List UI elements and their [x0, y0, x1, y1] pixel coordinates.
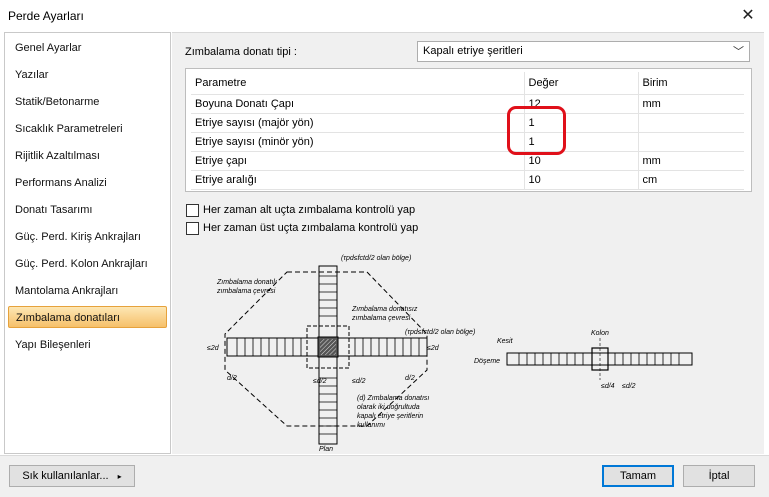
label-side-zone: (τpd≤fctd/2 olan bölge)	[405, 329, 475, 336]
parameter-table: Parametre Değer Birim Boyuna Donatı Çapı…	[185, 68, 752, 192]
dim-2d-right: ≤2d	[427, 345, 440, 352]
label-plan: Plan	[319, 446, 333, 453]
unit-cell: mm	[638, 151, 744, 171]
note-2: olarak iki doğrultuda	[357, 404, 420, 411]
check-top-label: Her zaman üst uçta zımbalama kontrolü ya…	[203, 222, 419, 234]
frequent-label: Sık kullanılanlar...	[22, 470, 109, 482]
param-cell: Etriye aralığı	[191, 170, 525, 190]
sidebar-item-donati-tasarimi[interactable]: Donatı Tasarımı	[8, 199, 167, 221]
dialog-footer: Sık kullanılanlar... ▸ Tamam İptal	[0, 455, 769, 497]
table-row: Etriye aralığı 10 cm	[191, 170, 744, 190]
close-icon[interactable]: ✕	[737, 5, 759, 27]
label-doseme: Döşeme	[474, 358, 500, 365]
sidebar-item-zimbalama[interactable]: Zımbalama donatıları	[8, 306, 167, 328]
unit-cell	[638, 132, 744, 152]
title-bar: Perde Ayarları ✕	[0, 0, 769, 32]
label-top-zone: (τpd≤fctd/2 olan bölge)	[341, 255, 411, 262]
dim-d2-d: d/2	[405, 375, 415, 382]
header-parametre: Parametre	[191, 72, 525, 95]
unit-cell: mm	[638, 94, 744, 114]
label-kolon: Kolon	[591, 330, 609, 337]
unit-cell: cm	[638, 170, 744, 190]
window-title: Perde Ayarları	[8, 9, 84, 23]
value-cell[interactable]: 10	[524, 170, 639, 190]
punching-diagram: (τpd≤fctd/2 olan bölge) Zımbalama donatı…	[207, 255, 693, 453]
sidebar-item-kiris-ankraj[interactable]: Güç. Perd. Kiriş Ankrajları	[8, 226, 167, 248]
section-stirrups	[518, 353, 680, 365]
ok-button[interactable]: Tamam	[602, 465, 674, 487]
note-4: kullanımı	[357, 422, 385, 429]
sidebar-item-kolon-ankraj[interactable]: Güç. Perd. Kolon Ankrajları	[8, 253, 167, 275]
frequent-button[interactable]: Sık kullanılanlar... ▸	[9, 465, 135, 487]
sidebar-item-sicaklik[interactable]: Sıcaklık Parametreleri	[8, 118, 167, 140]
check-top-punching[interactable]: Her zaman üst uçta zımbalama kontrolü ya…	[186, 221, 466, 237]
label-without-rebar: Zımbalama donatısız	[351, 306, 418, 313]
sidebar-item-statik-betonarme[interactable]: Statik/Betonarme	[8, 91, 167, 113]
punching-type-select[interactable]: Kapalı etriye şeritleri ﹀	[417, 41, 750, 62]
header-birim: Birim	[638, 72, 744, 95]
settings-content: Zımbalama donatı tipi : Kapalı etriye şe…	[172, 32, 764, 454]
header-deger: Değer	[524, 72, 639, 95]
dim-d2-e: ≤d/2	[622, 383, 636, 390]
label-with-rebar-2: zımbalama çevresi	[216, 288, 276, 295]
note-3: kapalı etriye şeritlerin	[357, 413, 423, 420]
dim-2d-left: ≤2d	[207, 345, 220, 352]
table-row: Boyuna Donatı Çapı 12 mm	[191, 94, 744, 114]
dim-d2-c: ≤d/2	[352, 378, 366, 385]
sidebar-item-yazilar[interactable]: Yazılar	[8, 64, 167, 86]
checkbox-top[interactable]	[186, 222, 199, 235]
highlight-annotation	[507, 106, 566, 155]
param-cell: Etriye sayısı (minör yön)	[191, 132, 525, 152]
note-1: (d) Zımbalama donatısı	[357, 395, 429, 402]
dim-d2-a: d/2	[227, 375, 237, 382]
sidebar-item-mantolama[interactable]: Mantolama Ankrajları	[8, 280, 167, 302]
check-bottom-punching[interactable]: Her zaman alt uçta zımbalama kontrolü ya…	[186, 203, 466, 219]
label-kesit: Kesit	[497, 338, 514, 345]
param-cell: Boyuna Donatı Çapı	[191, 94, 525, 114]
chevron-right-icon: ▸	[117, 472, 122, 481]
sidebar-item-yapi-bilesenleri[interactable]: Yapı Bileşenleri	[8, 334, 167, 356]
check-bottom-label: Her zaman alt uçta zımbalama kontrolü ya…	[203, 204, 416, 216]
table-row: Etriye çapı 10 mm	[191, 151, 744, 171]
dim-d4: ≤d/4	[601, 383, 615, 390]
punching-type-label: Zımbalama donatı tipi :	[185, 46, 297, 58]
table-row: Etriye sayısı (minör yön) 1	[191, 132, 744, 152]
table-row: Etriye sayısı (majör yön) 1	[191, 113, 744, 133]
unit-cell	[638, 113, 744, 133]
column-plan-hatch	[320, 339, 336, 355]
dim-d2-b: ≤d/2	[313, 378, 327, 385]
chevron-down-icon[interactable]: ﹀	[733, 43, 744, 59]
settings-sidebar: Genel Ayarlar Yazılar Statik/Betonarme S…	[4, 32, 171, 454]
label-without-rebar-2: zımbalama çevresi	[351, 315, 411, 322]
param-cell: Etriye çapı	[191, 151, 525, 171]
sidebar-item-rijitlik[interactable]: Rijitlik Azaltılması	[8, 145, 167, 167]
punching-type-value: Kapalı etriye şeritleri	[423, 45, 523, 57]
label-with-rebar: Zımbalama donatılı	[216, 279, 277, 286]
checkbox-bottom[interactable]	[186, 204, 199, 217]
param-cell: Etriye sayısı (majör yön)	[191, 113, 525, 133]
sidebar-item-performans[interactable]: Performans Analizi	[8, 172, 167, 194]
table-header: Parametre Değer Birim	[191, 72, 744, 95]
cancel-button[interactable]: İptal	[683, 465, 755, 487]
sidebar-item-genel-ayarlar[interactable]: Genel Ayarlar	[8, 37, 167, 59]
